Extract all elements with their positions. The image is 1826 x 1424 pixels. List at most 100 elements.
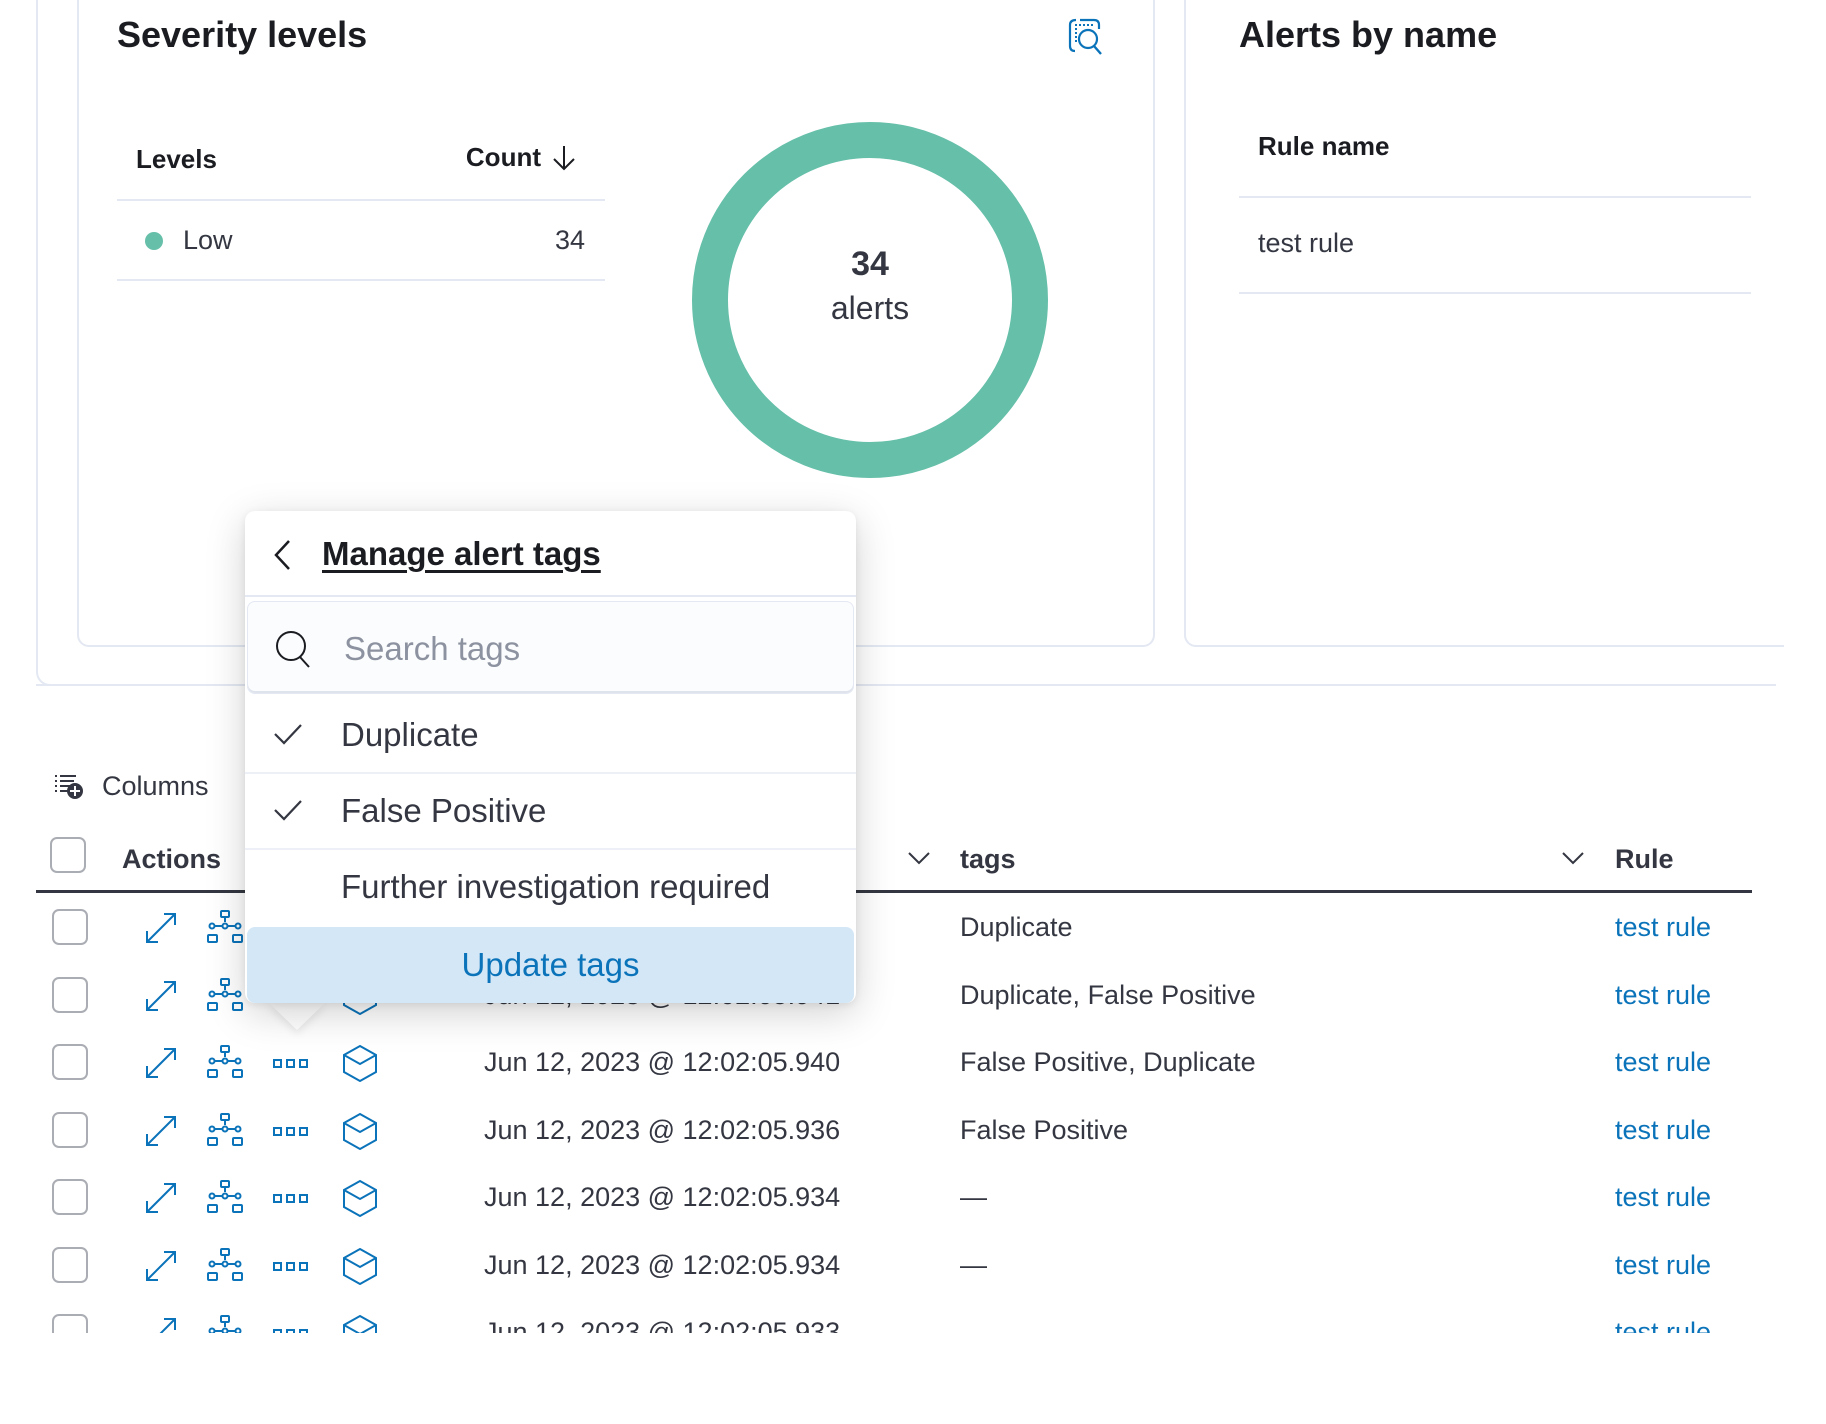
inspect-button[interactable] xyxy=(1066,16,1106,56)
tag-option-label: Duplicate xyxy=(341,716,479,753)
tags-cell: — xyxy=(960,1182,987,1212)
table-row: Jun 12, 2023 @ 12:02:05.934 — test rule xyxy=(36,1164,1752,1231)
rule-link[interactable]: test rule xyxy=(1615,1250,1711,1281)
tags-cell: Duplicate xyxy=(960,912,1073,942)
severity-count: 34 xyxy=(554,225,585,255)
tags-cell: False Positive xyxy=(960,1114,1129,1145)
session-view-icon[interactable] xyxy=(341,1112,379,1150)
severity-level: Low xyxy=(183,225,233,255)
row-select-checkbox[interactable] xyxy=(52,1179,88,1215)
analyzer-icon[interactable] xyxy=(206,1314,244,1333)
popover-title[interactable]: Manage alert tags xyxy=(322,535,601,573)
timestamp-cell: Jun 12, 2023 @ 12:02:05.934 xyxy=(484,1182,841,1212)
donut-caption: alerts xyxy=(830,290,910,326)
severity-table-header: Levels Count xyxy=(117,120,605,201)
tags-column-chevron-down-icon[interactable] xyxy=(1560,850,1586,866)
check-icon xyxy=(274,724,302,745)
update-tags-button[interactable]: Update tags xyxy=(247,927,854,1003)
severity-row[interactable]: Low 34 xyxy=(117,201,605,281)
expand-icon[interactable] xyxy=(142,909,180,947)
expand-icon[interactable] xyxy=(142,1314,180,1333)
tag-option-label: False Positive xyxy=(341,792,547,829)
tag-option-false-positive[interactable]: False Positive xyxy=(245,774,856,850)
rule-link[interactable]: test rule xyxy=(1615,912,1711,943)
tag-search-field[interactable] xyxy=(247,601,854,694)
rule-link[interactable]: test rule xyxy=(1615,1317,1711,1333)
alerts-by-name-table: Rule name test rule xyxy=(1239,103,1751,295)
timestamp-cell: Jun 12, 2023 @ 12:02:05.933 xyxy=(484,1317,841,1333)
analyzer-icon[interactable] xyxy=(206,1112,244,1150)
table-row: Jun 12, 2023 @ 12:02:05.933 — test rule xyxy=(36,1299,1752,1333)
tag-option-further-investigation-required[interactable]: Further investigation required xyxy=(245,850,856,926)
manage-alert-tags-popover: Manage alert tags Duplicate False Positi… xyxy=(245,511,856,1003)
rule-link[interactable]: test rule xyxy=(1615,1047,1711,1078)
severity-donut-chart: 34 alerts xyxy=(690,120,1050,480)
tags-column-header[interactable]: tags xyxy=(960,844,1016,875)
popover-arrow xyxy=(268,1002,326,1030)
severity-low-dot xyxy=(145,232,163,250)
inspect-icon xyxy=(1068,18,1102,55)
analyzer-icon[interactable] xyxy=(206,909,244,947)
table-row: Jun 12, 2023 @ 12:02:05.934 — test rule xyxy=(36,1232,1752,1299)
more-actions-icon[interactable] xyxy=(272,1179,310,1217)
columns-label: Columns xyxy=(102,770,209,801)
session-view-icon[interactable] xyxy=(341,1314,379,1333)
donut-total: 34 xyxy=(851,245,889,283)
rule-link[interactable]: test rule xyxy=(1615,1115,1711,1146)
row-select-checkbox[interactable] xyxy=(52,1314,88,1333)
tags-cell: — xyxy=(960,1249,987,1280)
expand-icon[interactable] xyxy=(142,1179,180,1217)
analyzer-icon[interactable] xyxy=(206,1179,244,1217)
rule-name-header-row: Rule name xyxy=(1239,103,1751,198)
rule-link[interactable]: test rule xyxy=(1615,980,1711,1011)
alerts-by-name-title: Alerts by name xyxy=(1239,14,1498,55)
check-icon xyxy=(274,800,302,821)
row-select-checkbox[interactable] xyxy=(52,909,88,945)
more-actions-icon[interactable] xyxy=(272,1112,310,1150)
rule-column-header[interactable]: Rule xyxy=(1615,844,1674,875)
arrow-down-icon xyxy=(553,145,575,170)
timestamp-column-chevron-down-icon[interactable] xyxy=(906,850,932,866)
tags-cell: False Positive, Duplicate xyxy=(960,1047,1256,1077)
severity-table: Levels Count Low 34 xyxy=(117,120,605,282)
table-row: Jun 12, 2023 @ 12:02:05.940 False Positi… xyxy=(36,1029,1752,1096)
count-header-label: Count xyxy=(465,142,541,172)
rule-link[interactable]: test rule xyxy=(1615,1182,1711,1213)
rule-name-row[interactable]: test rule xyxy=(1239,198,1751,294)
row-select-checkbox[interactable] xyxy=(52,976,88,1013)
session-view-icon[interactable] xyxy=(341,1044,379,1082)
tag-option-label: Further investigation required xyxy=(341,868,771,905)
select-all-checkbox[interactable] xyxy=(50,837,86,873)
timestamp-cell: Jun 12, 2023 @ 12:02:05.934 xyxy=(484,1249,841,1280)
back-chevron-icon[interactable] xyxy=(271,538,295,572)
row-select-checkbox[interactable] xyxy=(52,1044,88,1080)
rule-name-value: test rule xyxy=(1258,228,1355,258)
session-view-icon[interactable] xyxy=(341,1179,379,1217)
table-row: Jun 12, 2023 @ 12:02:05.936 False Positi… xyxy=(36,1097,1752,1164)
session-view-icon[interactable] xyxy=(341,1247,379,1285)
alerts-by-name-panel xyxy=(1184,0,1784,647)
expand-icon[interactable] xyxy=(142,977,180,1015)
actions-column-header: Actions xyxy=(122,844,222,874)
count-column-header[interactable]: Count xyxy=(466,142,577,173)
search-tags-input[interactable] xyxy=(342,624,826,674)
timestamp-cell: Jun 12, 2023 @ 12:02:05.940 xyxy=(484,1047,841,1077)
more-actions-icon[interactable] xyxy=(272,1314,310,1333)
expand-icon[interactable] xyxy=(142,1044,180,1082)
rule-name-column-header: Rule name xyxy=(1258,131,1390,161)
timestamp-cell: Jun 12, 2023 @ 12:02:05.936 xyxy=(484,1114,841,1145)
tag-option-duplicate[interactable]: Duplicate xyxy=(245,698,856,774)
severity-levels-title: Severity levels xyxy=(117,14,368,55)
columns-icon xyxy=(55,775,83,799)
row-select-checkbox[interactable] xyxy=(52,1246,88,1283)
tags-cell: Duplicate, False Positive xyxy=(960,979,1256,1010)
row-select-checkbox[interactable] xyxy=(52,1111,88,1148)
analyzer-icon[interactable] xyxy=(206,1247,244,1285)
more-actions-icon[interactable] xyxy=(272,1247,310,1285)
expand-icon[interactable] xyxy=(142,1112,180,1150)
more-actions-icon[interactable] xyxy=(272,1044,310,1082)
columns-button[interactable]: Columns xyxy=(54,770,209,802)
analyzer-icon[interactable] xyxy=(206,1044,244,1082)
analyzer-icon[interactable] xyxy=(206,977,244,1015)
expand-icon[interactable] xyxy=(142,1247,180,1285)
